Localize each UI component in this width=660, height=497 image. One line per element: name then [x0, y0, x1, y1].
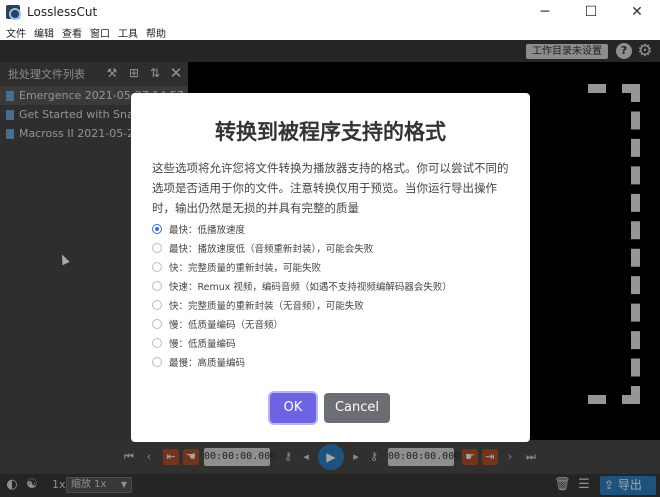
title-bar: LosslessCut ─ ☐ ✕: [0, 0, 660, 24]
option-row[interactable]: 快速：Remux 视频，编码音频（如遇不支持视频编解码器会失败）: [152, 276, 512, 295]
radio-unchecked[interactable]: [152, 318, 162, 329]
option-label: 慢：低质量编码（无音频）: [169, 319, 284, 331]
app-logo-icon: [6, 5, 21, 20]
menu-bar: 文件 编辑 查看 窗口 工具 帮助: [0, 24, 660, 40]
menu-help[interactable]: 帮助: [146, 25, 166, 40]
conversion-options: 最快：低播放速度 最快：播放速度低（音频重新封装），可能会失败 快：完整质量的重…: [152, 219, 512, 371]
menu-tools[interactable]: 工具: [118, 25, 138, 40]
option-label: 最快：低播放速度: [169, 224, 246, 236]
window-title: LosslessCut: [27, 5, 98, 19]
radio-unchecked[interactable]: [152, 356, 162, 367]
cancel-button[interactable]: Cancel: [324, 393, 390, 423]
menu-edit[interactable]: 编辑: [34, 25, 54, 40]
option-row[interactable]: 最慢：高质量编码: [152, 352, 512, 371]
convert-format-dialog: 转换到被程序支持的格式 这些选项将允许您将文件转换为播放器支持的格式。你可以尝试…: [131, 93, 530, 442]
radio-unchecked[interactable]: [152, 337, 162, 348]
maximize-button[interactable]: ☐: [568, 0, 614, 24]
option-label: 最慢：高质量编码: [169, 357, 246, 369]
option-row[interactable]: 快：完整质量的重新封装（无音频），可能失败: [152, 295, 512, 314]
minimize-button[interactable]: ─: [522, 0, 568, 24]
option-row[interactable]: 最快：播放速度低（音频重新封装），可能会失败: [152, 238, 512, 257]
menu-file[interactable]: 文件: [6, 25, 26, 40]
option-label: 快速：Remux 视频，编码音频（如遇不支持视频编解码器会失败）: [169, 281, 452, 293]
option-row[interactable]: 慢：低质量编码（无音频）: [152, 314, 512, 333]
option-label: 慢：低质量编码: [169, 338, 236, 350]
radio-unchecked[interactable]: [152, 261, 162, 272]
ok-button[interactable]: OK: [270, 393, 316, 423]
dialog-title: 转换到被程序支持的格式: [215, 120, 446, 144]
radio-unchecked[interactable]: [152, 299, 162, 310]
option-row[interactable]: 最快：低播放速度: [152, 219, 512, 238]
option-row[interactable]: 慢：低质量编码: [152, 333, 512, 352]
option-row[interactable]: 快：完整质量的重新封装，可能失败: [152, 257, 512, 276]
option-label: 最快：播放速度低（音频重新封装），可能会失败: [169, 243, 374, 255]
menu-view[interactable]: 查看: [62, 25, 82, 40]
window-controls: ─ ☐ ✕: [522, 0, 660, 24]
close-button[interactable]: ✕: [614, 0, 660, 24]
dialog-description: 这些选项将允许您将文件转换为播放器支持的格式。你可以尝试不同的选项是否适用于你的…: [152, 161, 509, 215]
radio-unchecked[interactable]: [152, 242, 162, 253]
menu-window[interactable]: 窗口: [90, 25, 110, 40]
radio-checked[interactable]: [152, 223, 162, 234]
option-label: 快：完整质量的重新封装，可能失败: [169, 262, 322, 274]
radio-unchecked[interactable]: [152, 280, 162, 291]
option-label: 快：完整质量的重新封装（无音频），可能失败: [169, 300, 364, 312]
